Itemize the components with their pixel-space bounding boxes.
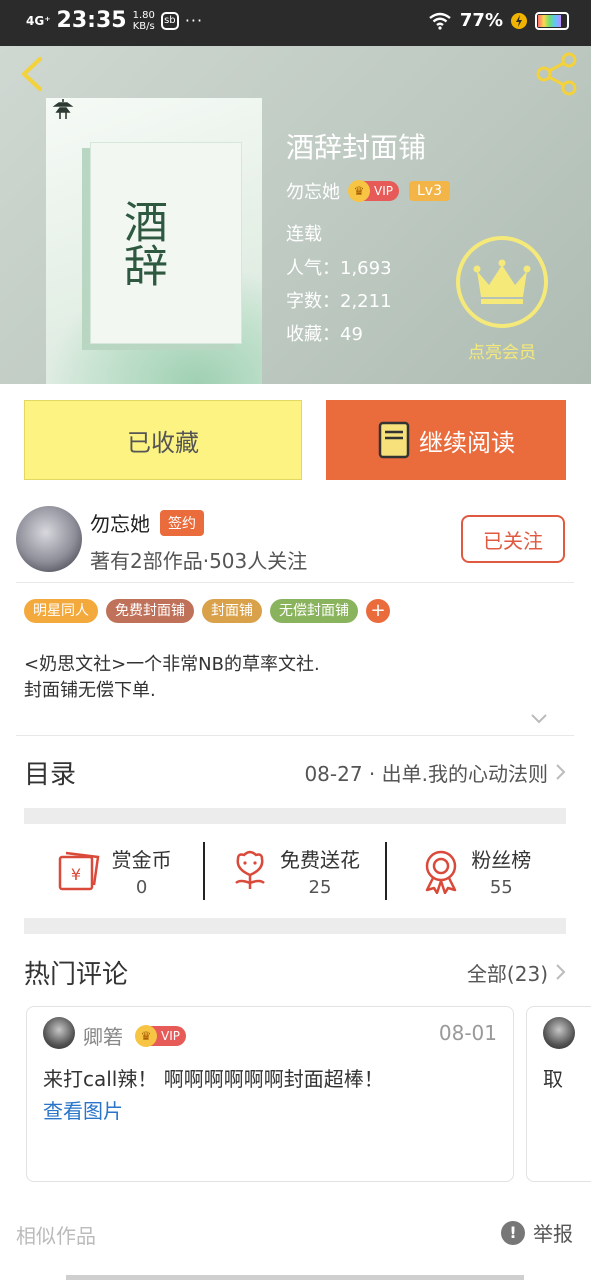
stats-row: ¥ 赏金币 0 免费送花 25 粉丝榜 55 [24, 824, 566, 918]
similar-works-title: 相似作品 [16, 1224, 96, 1248]
more-notifications-icon: ··· [184, 11, 204, 30]
battery-percent: 77% [459, 10, 503, 31]
section-separator [24, 918, 566, 934]
app-notification-icon: sb [160, 11, 179, 30]
book-author[interactable]: 勿忘她 [286, 178, 340, 204]
battery-icon [535, 11, 569, 30]
cover-title: 酒辞 [116, 199, 167, 287]
tag-item[interactable]: 封面铺 [202, 599, 262, 623]
divider [16, 582, 574, 583]
tag-item[interactable]: 免费封面铺 [106, 599, 194, 623]
add-tag-button[interactable]: + [366, 599, 390, 623]
comment-card-next[interactable]: 取 [526, 1006, 591, 1182]
comment-text: 来打call辣！ 啊啊啊啊啊啊封面超棒！ [43, 1067, 384, 1091]
fan-ranking[interactable]: 粉丝榜 55 [387, 844, 566, 898]
crown-icon [473, 259, 531, 304]
battery-fill [538, 14, 562, 27]
medal-icon [426, 850, 457, 894]
reward-value: 0 [135, 877, 148, 898]
network-speed: 1.80 KB/s [133, 10, 155, 32]
latest-chapter[interactable]: 08-27 · 出单.我的心动法则 [304, 758, 566, 787]
book-favorites: 收藏：49 [286, 324, 363, 345]
author-name[interactable]: 勿忘她 [90, 508, 150, 537]
book-description: <奶思文社>一个非常NB的草率文社. 封面铺无偿下单. [24, 652, 320, 704]
commenter-name[interactable]: 卿箬 [83, 1021, 123, 1050]
vip-badge: ♛ VIP [135, 1024, 186, 1047]
comment-card[interactable]: 卿箬 ♛ VIP 08-01 来打call辣！ 啊啊啊啊啊啊封面超棒！ 查看图片 [26, 1006, 514, 1182]
commenter-avatar[interactable] [543, 1017, 575, 1049]
wifi-icon [429, 12, 451, 30]
follow-button[interactable]: 已关注 [461, 515, 565, 563]
book-cover[interactable]: 酒辞 [46, 98, 262, 384]
hot-comments-header: 热门评论 全部(23) [24, 944, 566, 1000]
pagoda-icon [52, 99, 74, 119]
book-author-row: 勿忘她 ♛ VIP Lv3 [286, 178, 450, 204]
clock: 23:35 [56, 8, 127, 33]
author-name-row: 勿忘她 签约 [90, 508, 204, 537]
all-comments-label: 全部(23) [466, 961, 548, 986]
reward-label: 赏金币 [111, 848, 172, 872]
network-indicator: 4G⁺ [26, 13, 51, 28]
back-icon[interactable] [16, 56, 46, 92]
speed-unit: KB/s [132, 20, 155, 32]
report-button[interactable]: ! 举报 [501, 1218, 573, 1247]
crown-icon: ♛ [348, 180, 370, 202]
crown-icon: ♛ [135, 1024, 157, 1047]
signed-badge: 签约 [160, 509, 204, 536]
all-comments-link[interactable]: 全部(23) [467, 958, 566, 987]
chevron-right-icon [556, 964, 566, 980]
continue-reading-label: 继续阅读 [419, 428, 515, 457]
book-title: 酒辞封面铺 [286, 131, 427, 164]
description-line: 封面铺无偿下单. [24, 680, 156, 701]
commenter-avatar[interactable] [43, 1017, 75, 1049]
vip-badge: ♛ VIP [348, 180, 399, 202]
fans-label: 粉丝榜 [471, 848, 532, 872]
chevron-right-icon [556, 764, 566, 780]
cover-book-illustration: 酒辞 [90, 142, 242, 344]
author-meta: 著有2部作品·503人关注 [90, 549, 308, 573]
tag-item[interactable]: 无偿封面铺 [270, 599, 358, 623]
commenter-row: 卿箬 ♛ VIP [83, 1021, 186, 1050]
free-flower[interactable]: 免费送花 25 [205, 844, 384, 898]
hot-comments-title: 热门评论 [24, 959, 129, 990]
fans-value: 55 [489, 877, 513, 898]
favorited-button[interactable]: 已收藏 [24, 400, 302, 480]
chevron-down-icon[interactable] [531, 714, 547, 724]
status-bar: 4G⁺ 23:35 1.80 KB/s sb ··· 77% [0, 0, 591, 46]
book-status: 连载 [286, 224, 322, 245]
book-popularity: 人气：1,693 [286, 258, 392, 279]
bottom-scroll-indicator [66, 1275, 524, 1280]
comment-text: 取 [543, 1067, 563, 1091]
latest-chapter-label: 08-27 · 出单.我的心动法则 [304, 761, 548, 786]
vip-label: VIP [374, 184, 393, 198]
book-word-count: 字数：2,211 [286, 291, 392, 312]
book-icon [378, 421, 410, 459]
member-button[interactable] [456, 236, 548, 328]
author-avatar[interactable] [16, 506, 82, 572]
svg-text:¥: ¥ [71, 865, 81, 884]
comment-date: 08-01 [438, 1021, 497, 1045]
charging-icon [511, 12, 527, 29]
flower-icon [235, 850, 265, 889]
flower-value: 25 [308, 877, 332, 898]
toc-title: 目录 [24, 759, 77, 790]
tag-list: 明星同人 免费封面铺 封面铺 无偿封面铺 + [24, 599, 390, 623]
share-icon[interactable] [535, 52, 579, 96]
red-envelope-icon: ¥ [58, 851, 100, 891]
member-label[interactable]: 点亮会员 [446, 338, 558, 363]
reward-coins[interactable]: ¥ 赏金币 0 [24, 844, 203, 898]
warning-icon: ! [501, 1220, 525, 1245]
report-label: 举报 [533, 1222, 573, 1246]
section-separator [24, 808, 566, 824]
continue-reading-button[interactable]: 继续阅读 [326, 400, 566, 480]
speed-value: 1.80 [132, 9, 155, 21]
level-badge: Lv3 [408, 181, 450, 201]
view-image-link[interactable]: 查看图片 [43, 1095, 123, 1124]
vip-label: VIP [161, 1028, 180, 1043]
flower-label: 免费送花 [279, 848, 360, 872]
table-of-contents-row[interactable]: 目录 08-27 · 出单.我的心动法则 [24, 736, 566, 808]
tag-item[interactable]: 明星同人 [24, 599, 98, 623]
description-line: <奶思文社>一个非常NB的草率文社. [24, 654, 320, 675]
